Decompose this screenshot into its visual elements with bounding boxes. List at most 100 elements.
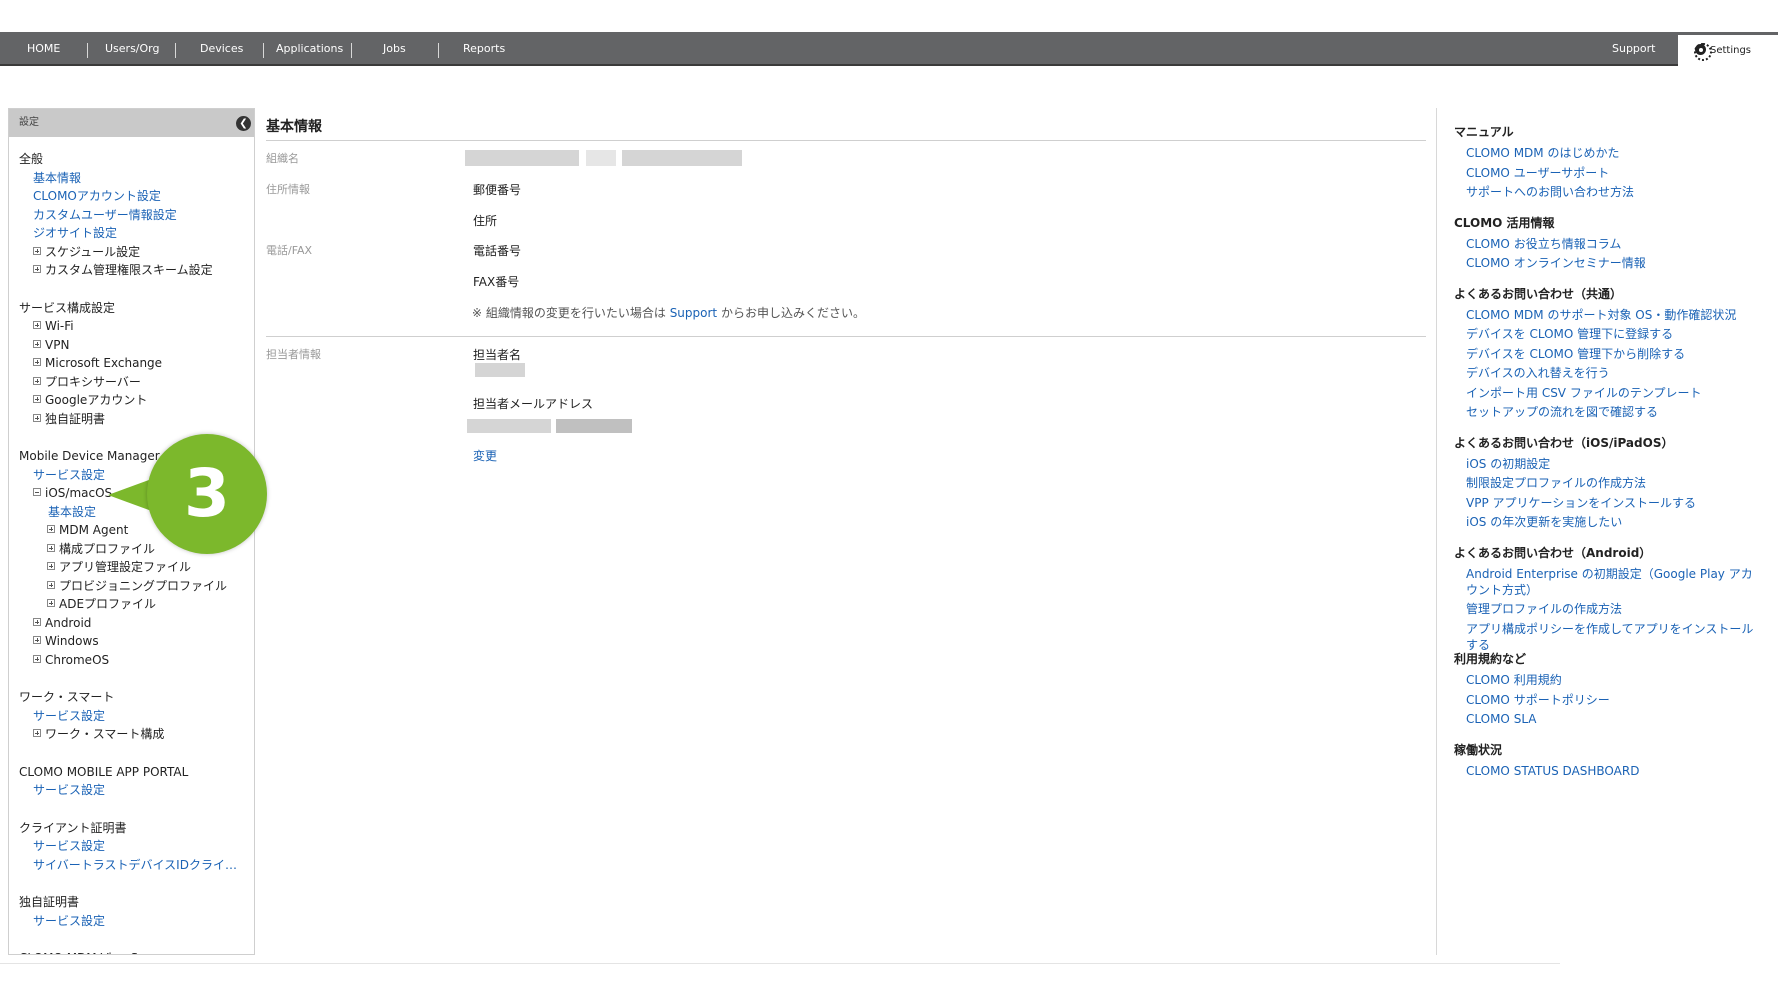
sidebar-tree-node[interactable]: 独自証明書 <box>33 411 105 427</box>
nav-users-org[interactable]: Users/Org <box>105 32 159 66</box>
expand-tree-icon[interactable] <box>47 525 55 533</box>
expand-tree-icon[interactable] <box>33 265 41 273</box>
sidebar-link[interactable]: ジオサイト設定 <box>33 225 117 241</box>
help-link[interactable]: インポート用 CSV ファイルのテンプレート <box>1466 385 1762 401</box>
expand-tree-icon[interactable] <box>47 599 55 607</box>
sidebar-tree-node[interactable]: カスタム管理権限スキーム設定 <box>33 262 213 278</box>
phone-fax-label: 電話/FAX <box>266 244 313 257</box>
sidebar-tree-node-label: カスタム管理権限スキーム設定 <box>45 263 213 277</box>
expand-tree-icon[interactable] <box>33 376 41 385</box>
expand-tree-icon[interactable] <box>47 580 55 589</box>
expand-tree-icon[interactable] <box>33 246 41 255</box>
nav-jobs[interactable]: Jobs <box>383 32 406 66</box>
help-link[interactable]: セットアップの流れを図で確認する <box>1466 404 1762 420</box>
help-link[interactable]: iOS の年次更新を実施したい <box>1466 514 1762 530</box>
sidebar-tree-node[interactable]: ADEプロファイル <box>47 596 156 612</box>
help-link[interactable]: デバイスを CLOMO 管理下に登録する <box>1466 326 1762 342</box>
change-contact-link[interactable]: 変更 <box>473 447 497 464</box>
help-link[interactable]: VPP アプリケーションをインストールする <box>1466 495 1762 511</box>
expand-tree-icon[interactable] <box>47 543 55 552</box>
expand-tree-icon[interactable] <box>33 636 41 644</box>
help-link[interactable]: iOS の初期設定 <box>1466 456 1762 472</box>
sidebar-tree-node[interactable]: アプリ管理設定ファイル <box>47 559 191 575</box>
fax-label: FAX番号 <box>473 275 520 289</box>
help-link[interactable]: Android Enterprise の初期設定（Google Play アカウ… <box>1466 566 1762 598</box>
expand-tree-icon[interactable] <box>33 617 41 626</box>
help-link[interactable]: CLOMO サポートポリシー <box>1466 692 1762 708</box>
expand-tree-icon[interactable] <box>33 339 41 348</box>
help-section-heading: よくあるお問い合わせ（共通） <box>1454 286 1623 301</box>
help-link[interactable]: デバイスを CLOMO 管理下から削除する <box>1466 346 1762 362</box>
help-link[interactable]: CLOMO MDM のはじめかた <box>1466 145 1762 161</box>
sidebar-link[interactable]: サービス設定 <box>33 838 105 854</box>
help-link[interactable]: アプリ構成ポリシーを作成してアプリをインストールする <box>1466 621 1762 653</box>
expand-tree-icon[interactable] <box>33 729 41 737</box>
sidebar-link[interactable]: CLOMOアカウント設定 <box>33 188 161 204</box>
nav-settings-tab[interactable]: Settings <box>1678 35 1778 68</box>
sidebar-tree-node[interactable]: Googleアカウント <box>33 392 147 408</box>
expand-tree-icon[interactable] <box>33 395 41 403</box>
help-link[interactable]: CLOMO 利用規約 <box>1466 672 1762 688</box>
sidebar-tree-node[interactable]: VPN <box>33 337 69 353</box>
contact-email-value-redacted <box>467 419 551 433</box>
nav-devices[interactable]: Devices <box>200 32 243 66</box>
sidebar-tree-node[interactable]: 構成プロファイル <box>47 541 155 557</box>
contact-name-label: 担当者名 <box>473 348 522 362</box>
expand-tree-icon[interactable] <box>33 358 41 366</box>
address-field-label: 住所 <box>473 214 498 228</box>
sidebar-tree-node[interactable]: スケジュール設定 <box>33 244 140 260</box>
sidebar-tree-node[interactable]: MDM Agent <box>47 522 128 538</box>
sidebar-link[interactable]: 基本情報 <box>33 170 81 186</box>
sidebar-section-heading: CLOMO MDM VirusScan <box>19 950 160 954</box>
sidebar-section-heading: クライアント証明書 <box>19 820 127 835</box>
sidebar-link[interactable]: サービス設定 <box>33 467 105 483</box>
sidebar-link[interactable]: サイバートラストデバイスIDクライ… <box>33 857 237 873</box>
help-link[interactable]: 管理プロファイルの作成方法 <box>1466 601 1762 617</box>
help-link[interactable]: 制限設定プロファイルの作成方法 <box>1466 475 1762 491</box>
top-nav-bar: HOME Users/Org Devices Applications Jobs… <box>0 32 1778 68</box>
expand-tree-icon[interactable] <box>33 321 41 329</box>
expand-tree-icon[interactable] <box>33 413 41 422</box>
help-link[interactable]: デバイスの入れ替えを行う <box>1466 365 1762 381</box>
note-text-after: からお申し込みください。 <box>717 306 865 320</box>
sidebar-tree-node[interactable]: Windows <box>33 633 99 649</box>
help-link[interactable]: CLOMO STATUS DASHBOARD <box>1466 763 1762 779</box>
collapse-tree-icon[interactable] <box>33 488 41 496</box>
sidebar-tree-node[interactable]: Microsoft Exchange <box>33 355 162 371</box>
sidebar-link-active[interactable]: 基本設定 <box>48 504 96 520</box>
contact-email-label: 担当者メールアドレス <box>473 397 594 411</box>
sidebar-tree-node-label: Microsoft Exchange <box>45 356 163 370</box>
nav-separator <box>87 43 88 58</box>
sidebar-link[interactable]: サービス設定 <box>33 913 105 929</box>
nav-applications[interactable]: Applications <box>276 32 343 66</box>
help-section-heading: 稼働状況 <box>1454 742 1503 757</box>
sidebar-tree-node[interactable]: Wi-Fi <box>33 318 74 334</box>
sidebar-tree-node-label: プロキシサーバー <box>45 374 141 389</box>
sidebar-section-heading: サービス構成設定 <box>19 300 116 315</box>
sidebar-tree-node[interactable]: プロビジョニングプロファイル <box>47 578 227 594</box>
sidebar-link[interactable]: カスタムユーザー情報設定 <box>33 207 177 223</box>
sidebar-link[interactable]: サービス設定 <box>33 708 105 724</box>
org-name-label: 組織名 <box>266 152 299 165</box>
expand-tree-icon[interactable] <box>33 654 41 663</box>
nav-support[interactable]: Support <box>1612 32 1655 66</box>
help-link[interactable]: CLOMO ユーザーサポート <box>1466 165 1762 181</box>
nav-home[interactable]: HOME <box>27 32 60 66</box>
nav-reports[interactable]: Reports <box>463 32 505 66</box>
help-link[interactable]: CLOMO オンラインセミナー情報 <box>1466 255 1762 271</box>
sidebar-link[interactable]: サービス設定 <box>33 782 105 798</box>
help-link[interactable]: CLOMO MDM のサポート対象 OS・動作確認状況 <box>1466 307 1762 323</box>
sidebar-tree-node-label: 構成プロファイル <box>59 541 156 556</box>
sidebar-tree-node[interactable]: プロキシサーバー <box>33 374 141 390</box>
help-link[interactable]: CLOMO SLA <box>1466 711 1762 727</box>
help-link[interactable]: サポートへのお問い合わせ方法 <box>1466 184 1762 200</box>
sidebar-section-heading: 全般 <box>19 152 44 166</box>
collapse-sidebar-icon[interactable]: ❮ <box>236 116 251 131</box>
help-link[interactable]: CLOMO お役立ち情報コラム <box>1466 236 1762 252</box>
sidebar-tree-node[interactable]: ワーク・スマート構成 <box>33 726 164 742</box>
sidebar-tree-node[interactable]: Android <box>33 615 91 631</box>
support-link[interactable]: Support <box>670 306 717 320</box>
sidebar-tree-node[interactable]: iOS/macOS <box>33 485 112 501</box>
sidebar-tree-node[interactable]: ChromeOS <box>33 652 109 668</box>
expand-tree-icon[interactable] <box>47 562 55 570</box>
